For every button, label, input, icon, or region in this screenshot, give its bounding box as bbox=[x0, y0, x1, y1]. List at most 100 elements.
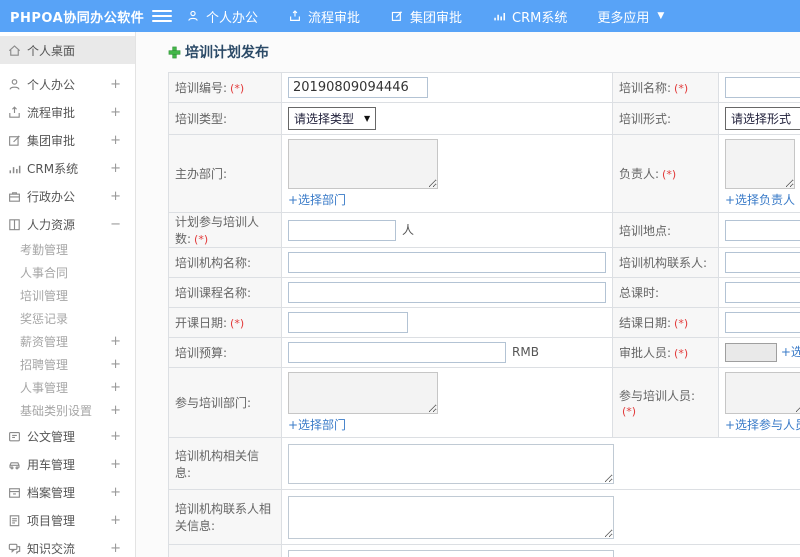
table-row: 培训机构相关信息: bbox=[168, 437, 800, 490]
page-title: 培训计划发布 bbox=[168, 42, 800, 62]
nav-crm[interactable]: CRM系统 bbox=[492, 7, 567, 26]
budget-input[interactable] bbox=[288, 342, 506, 363]
select-leader-link[interactable]: +选择负责人 bbox=[725, 193, 795, 207]
sidebar-item-personal-desktop[interactable]: 个人桌面 bbox=[0, 36, 135, 64]
training-org-contact-input[interactable] bbox=[725, 252, 800, 273]
document-icon bbox=[7, 429, 22, 444]
sidebar-item-document-mgmt[interactable]: 公文管理 + bbox=[0, 422, 135, 450]
sidebar-item-hr[interactable]: 人力资源 − bbox=[0, 210, 135, 238]
nav-label: 更多应用 bbox=[597, 10, 650, 26]
sidebar-item-personal-office[interactable]: 个人办公 + bbox=[0, 70, 135, 98]
sidebar-subitem-hr-contract[interactable]: 人事合同 bbox=[0, 261, 135, 284]
sidebar-subitem-reward-punishment[interactable]: 奖惩记录 bbox=[0, 307, 135, 330]
upload-icon bbox=[288, 9, 302, 23]
sidebar-item-group-approval[interactable]: 集团审批 + bbox=[0, 126, 135, 154]
nav-workflow-approval[interactable]: 流程审批 bbox=[288, 7, 360, 26]
sidebar-item-vehicle-mgmt[interactable]: 用车管理 + bbox=[0, 450, 135, 478]
select-department-link[interactable]: +选择部门 bbox=[288, 193, 346, 207]
org-contact-info-textarea[interactable] bbox=[288, 495, 614, 539]
field-label: 审批人员: bbox=[619, 346, 672, 360]
nav-personal-office[interactable]: 个人办公 bbox=[186, 7, 258, 26]
sidebar-item-crm[interactable]: CRM系统 + bbox=[0, 154, 135, 182]
nav-more-apps[interactable]: 更多应用 ▼ bbox=[597, 7, 664, 26]
sidebar-subitem-salary-mgmt[interactable]: 薪资管理 + bbox=[0, 330, 135, 353]
training-plan-form: 培训编号:(*) 培训名称:(*) 培训类型: 请选择类型▼ 培训形式: 请选择… bbox=[168, 72, 800, 557]
caret-down-icon: ▼ bbox=[364, 114, 371, 123]
host-department-textarea[interactable] bbox=[288, 139, 438, 189]
sidebar-subitem-label: 薪资管理 bbox=[20, 335, 69, 349]
training-location-input[interactable] bbox=[725, 219, 800, 241]
expand-indicator: + bbox=[110, 428, 121, 444]
leader-textarea[interactable] bbox=[725, 139, 795, 189]
sidebar-item-label: 公文管理 bbox=[27, 429, 76, 444]
course-name-input[interactable] bbox=[288, 282, 606, 303]
sidebar-subitem-label: 人事管理 bbox=[20, 381, 69, 395]
sidebar-item-archive-mgmt[interactable]: 档案管理 + bbox=[0, 478, 135, 506]
training-code-input[interactable] bbox=[288, 77, 428, 98]
planned-participants-input[interactable] bbox=[288, 219, 396, 241]
training-org-name-input[interactable] bbox=[288, 252, 606, 273]
table-row: 培训预算: RMB 审批人员:(*) +选择审批人员 bbox=[168, 337, 800, 368]
user-icon bbox=[7, 77, 22, 92]
table-row: 培训机构名称: 培训机构联系人: bbox=[168, 247, 800, 278]
select-participants-link[interactable]: +选择参与人员 bbox=[725, 418, 800, 432]
nav-label: 集团审批 bbox=[410, 10, 463, 26]
sidebar-item-workflow-approval[interactable]: 流程审批 + bbox=[0, 98, 135, 126]
expand-indicator: + bbox=[110, 484, 121, 500]
sidebar-subitem-training-mgmt[interactable]: 培训管理 bbox=[0, 284, 135, 307]
app-brand: PHPOA协同办公软件 bbox=[10, 10, 145, 26]
field-label: 负责人: bbox=[619, 167, 660, 181]
required-marker: (*) bbox=[662, 168, 677, 181]
start-date-input[interactable] bbox=[288, 312, 408, 333]
training-form-select[interactable]: 请选择形式▼ bbox=[725, 107, 800, 130]
car-icon bbox=[7, 457, 22, 472]
select-participating-department-link[interactable]: +选择部门 bbox=[288, 418, 346, 432]
sidebar-subitem-label: 奖惩记录 bbox=[20, 312, 69, 326]
total-hours-input[interactable] bbox=[725, 282, 800, 303]
sidebar-item-knowledge-exchange[interactable]: 知识交流 + bbox=[0, 534, 135, 557]
training-requirements-textarea[interactable] bbox=[288, 550, 614, 557]
book-icon bbox=[7, 217, 22, 232]
expand-indicator: + bbox=[110, 160, 121, 176]
required-marker: (*) bbox=[674, 317, 689, 330]
field-label: 培训名称: bbox=[619, 81, 672, 95]
select-value: 请选择形式 bbox=[731, 112, 792, 126]
participants-textarea[interactable] bbox=[725, 372, 800, 414]
sidebar-subitem-personnel-mgmt[interactable]: 人事管理 + bbox=[0, 376, 135, 399]
nav-group-approval[interactable]: 集团审批 bbox=[390, 7, 462, 26]
sidebar-item-label: 项目管理 bbox=[27, 513, 76, 528]
participating-departments-textarea[interactable] bbox=[288, 372, 438, 414]
sidebar-item-project-mgmt[interactable]: 项目管理 + bbox=[0, 506, 135, 534]
field-label: 总课时: bbox=[619, 286, 660, 300]
sidebar-item-label: 人力资源 bbox=[27, 217, 76, 232]
menu-toggle-icon[interactable] bbox=[152, 10, 172, 22]
training-type-select[interactable]: 请选择类型 ▼ bbox=[288, 107, 377, 130]
approver-input[interactable] bbox=[725, 343, 777, 362]
table-row: 开课日期: (*) 结课日期: (*) bbox=[168, 307, 800, 338]
nav-label: CRM系统 bbox=[512, 10, 568, 26]
sidebar-subitem-recruit-mgmt[interactable]: 招聘管理 + bbox=[0, 353, 135, 376]
field-label: 培训预算: bbox=[175, 346, 228, 360]
expand-indicator: + bbox=[110, 76, 121, 92]
top-header: PHPOA协同办公软件 个人办公 流程审批 集团审批 CRM系统 更多应用 ▼ bbox=[0, 0, 800, 32]
field-label: 培训机构联系人: bbox=[619, 256, 708, 270]
expand-indicator: + bbox=[110, 512, 121, 528]
sidebar-subitem-attendance-mgmt[interactable]: 考勤管理 bbox=[0, 238, 135, 261]
end-date-input[interactable] bbox=[725, 312, 800, 333]
org-info-textarea[interactable] bbox=[288, 443, 614, 484]
training-name-input[interactable] bbox=[725, 77, 800, 98]
expand-indicator: + bbox=[110, 357, 121, 372]
select-approver-link[interactable]: +选择审批人员 bbox=[781, 345, 800, 359]
edit-icon bbox=[7, 133, 22, 148]
sidebar-subitem-label: 人事合同 bbox=[20, 266, 69, 280]
sidebar-subitem-base-category-settings[interactable]: 基础类别设置 + bbox=[0, 399, 135, 422]
table-row: 培训类型: 请选择类型 ▼ 培训形式: 请选择形式▼ bbox=[168, 102, 800, 135]
sidebar-subitem-label: 基础类别设置 bbox=[20, 404, 93, 418]
expand-indicator: + bbox=[110, 334, 121, 349]
sidebar-item-admin-office[interactable]: 行政办公 + bbox=[0, 182, 135, 210]
sidebar-subitem-label: 培训管理 bbox=[20, 289, 69, 303]
required-marker: (*) bbox=[230, 82, 245, 95]
sidebar-item-label: 用车管理 bbox=[27, 457, 76, 472]
clipboard-icon bbox=[7, 513, 22, 528]
home-icon bbox=[7, 43, 22, 58]
